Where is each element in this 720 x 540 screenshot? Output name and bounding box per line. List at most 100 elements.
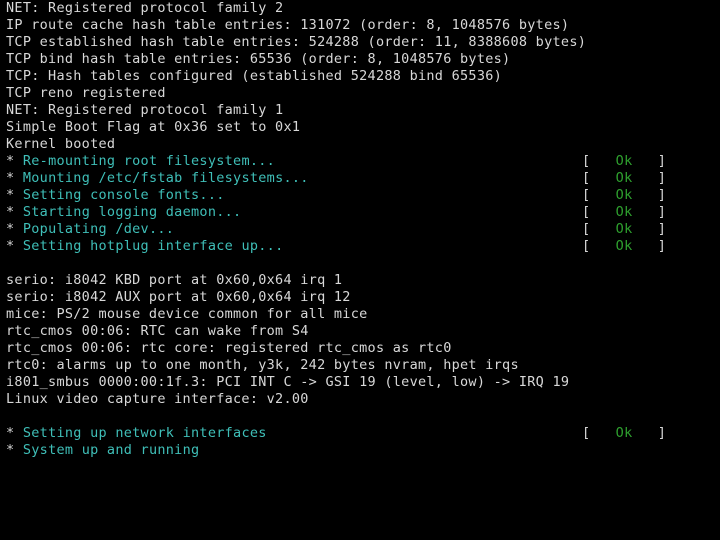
bullet-gap — [14, 442, 22, 459]
bullet-gap — [14, 187, 22, 204]
kernel-message-line: IP route cache hash table entries: 13107… — [0, 17, 720, 34]
init-service-text: Setting hotplug interface up... — [22, 238, 284, 254]
status-pad-left — [590, 204, 615, 220]
status-pad-left — [590, 153, 615, 169]
status-badge: Ok — [615, 153, 633, 169]
kernel-message-line: NET: Registered protocol family 2 — [0, 0, 720, 17]
kernel-message-text: serio: i8042 AUX port at 0x60,0x64 irq 1… — [6, 289, 351, 305]
bullet-gap — [14, 153, 22, 170]
init-service-line: * Re-mounting root filesystem... [ Ok ] — [0, 153, 720, 170]
kernel-message-text: IP route cache hash table entries: 13107… — [6, 17, 570, 33]
bullet-gap — [14, 425, 22, 442]
status-indicator: [ Ok ] — [582, 221, 666, 238]
kernel-message-line: TCP established hash table entries: 5242… — [0, 34, 720, 51]
kernel-message-line: i801_smbus 0000:00:1f.3: PCI INT C -> GS… — [0, 374, 720, 391]
kernel-message-line: TCP bind hash table entries: 65536 (orde… — [0, 51, 720, 68]
kernel-message-line: rtc_cmos 00:06: RTC can wake from S4 — [0, 323, 720, 340]
kernel-message-text: rtc0: alarms up to one month, y3k, 242 b… — [6, 357, 519, 373]
kernel-message-line: serio: i8042 KBD port at 0x60,0x64 irq 1 — [0, 272, 720, 289]
init-service-line: * Setting hotplug interface up... [ Ok ] — [0, 238, 720, 255]
kernel-message-line: Simple Boot Flag at 0x36 set to 0x1 — [0, 119, 720, 136]
bullet-star-icon: * — [6, 221, 15, 237]
status-pad-right — [632, 153, 657, 169]
init-service-text: Populating /dev... — [22, 221, 175, 237]
init-service-line: * Mounting /etc/fstab filesystems... [ Ok… — [0, 170, 720, 187]
bullet-gap — [14, 221, 22, 238]
kernel-message-line: rtc_cmos 00:06: rtc core: registered rtc… — [0, 340, 720, 357]
bullet-star-icon: * — [6, 187, 15, 203]
status-badge: Ok — [615, 425, 633, 441]
kernel-message-line: TCP: Hash tables configured (established… — [0, 68, 720, 85]
kernel-message-line: serio: i8042 AUX port at 0x60,0x64 irq 1… — [0, 289, 720, 306]
status-pad-left — [590, 238, 615, 254]
status-pad-left — [590, 425, 615, 441]
bullet-gap — [14, 170, 22, 187]
status-pad-right — [632, 221, 657, 237]
status-pad-left — [590, 187, 615, 203]
bullet-star-icon: * — [6, 442, 15, 458]
bullet-star-icon: * — [6, 170, 15, 186]
kernel-message-line: TCP reno registered — [0, 85, 720, 102]
init-service-text: System up and running — [22, 442, 200, 458]
boot-console: NET: Registered protocol family 2 IP rout… — [0, 0, 720, 540]
bullet-star-icon: * — [6, 153, 15, 169]
init-service-line: * Starting logging daemon... [ Ok ] — [0, 204, 720, 221]
status-bracket-close: ] — [657, 204, 667, 220]
kernel-message-line: NET: Registered protocol family 1 — [0, 102, 720, 119]
kernel-message-text: TCP established hash table entries: 5242… — [6, 34, 587, 50]
status-bracket-close: ] — [657, 238, 667, 254]
status-badge: Ok — [615, 187, 633, 203]
status-badge: Ok — [615, 238, 633, 254]
kernel-message-text: serio: i8042 KBD port at 0x60,0x64 irq 1 — [6, 272, 343, 288]
status-indicator: [ Ok ] — [582, 170, 666, 187]
status-bracket-close: ] — [657, 153, 667, 169]
kernel-message-line: rtc0: alarms up to one month, y3k, 242 b… — [0, 357, 720, 374]
init-service-text: Mounting /etc/fstab filesystems... — [22, 170, 309, 186]
status-indicator: [ Ok ] — [582, 238, 666, 255]
kernel-message-text: mice: PS/2 mouse device common for all m… — [6, 306, 368, 322]
kernel-message-text: Linux video capture interface: v2.00 — [6, 391, 309, 407]
status-badge: Ok — [615, 204, 633, 220]
kernel-message-line: mice: PS/2 mouse device common for all m… — [0, 306, 720, 323]
status-pad-right — [632, 204, 657, 220]
status-badge: Ok — [615, 221, 633, 237]
status-pad-right — [632, 187, 657, 203]
kernel-message-text: rtc_cmos 00:06: rtc core: registered rtc… — [6, 340, 452, 356]
init-service-text: Setting console fonts... — [22, 187, 225, 203]
status-pad-left — [590, 170, 615, 186]
kernel-message-text: NET: Registered protocol family 2 — [6, 0, 284, 16]
status-bracket-close: ] — [657, 170, 667, 186]
kernel-message-text: Simple Boot Flag at 0x36 set to 0x1 — [6, 119, 301, 135]
init-service-line: * Setting up network interfaces [ Ok ] — [0, 425, 720, 442]
status-bracket-close: ] — [657, 425, 667, 441]
kernel-message-text: TCP reno registered — [6, 85, 166, 101]
init-service-text: Re-mounting root filesystem... — [22, 153, 276, 169]
status-badge: Ok — [615, 170, 633, 186]
status-pad-right — [632, 425, 657, 441]
status-indicator: [ Ok ] — [582, 425, 666, 442]
init-service-line: * System up and running — [0, 442, 720, 459]
status-pad-right — [632, 170, 657, 186]
status-indicator: [ Ok ] — [582, 187, 666, 204]
status-bracket-close: ] — [657, 221, 667, 237]
init-service-text: Starting logging daemon... — [22, 204, 242, 220]
kernel-message-text: rtc_cmos 00:06: RTC can wake from S4 — [6, 323, 309, 339]
init-service-text: Setting up network interfaces — [22, 425, 267, 441]
status-indicator: [ Ok ] — [582, 204, 666, 221]
bullet-star-icon: * — [6, 425, 15, 441]
kernel-message-text: i801_smbus 0000:00:1f.3: PCI INT C -> GS… — [6, 374, 570, 390]
kernel-message-line: Linux video capture interface: v2.00 — [0, 391, 720, 408]
bullet-star-icon: * — [6, 238, 15, 254]
status-pad-left — [590, 221, 615, 237]
bullet-star-icon: * — [6, 204, 15, 220]
kernel-message-text: Kernel booted — [6, 136, 116, 152]
kernel-message-text: TCP bind hash table entries: 65536 (orde… — [6, 51, 511, 67]
status-pad-right — [632, 238, 657, 254]
kernel-message-text: NET: Registered protocol family 1 — [6, 102, 284, 118]
kernel-message-text: TCP: Hash tables configured (established… — [6, 68, 503, 84]
status-bracket-close: ] — [657, 187, 667, 203]
status-indicator: [ Ok ] — [582, 153, 666, 170]
bullet-gap — [14, 204, 22, 221]
